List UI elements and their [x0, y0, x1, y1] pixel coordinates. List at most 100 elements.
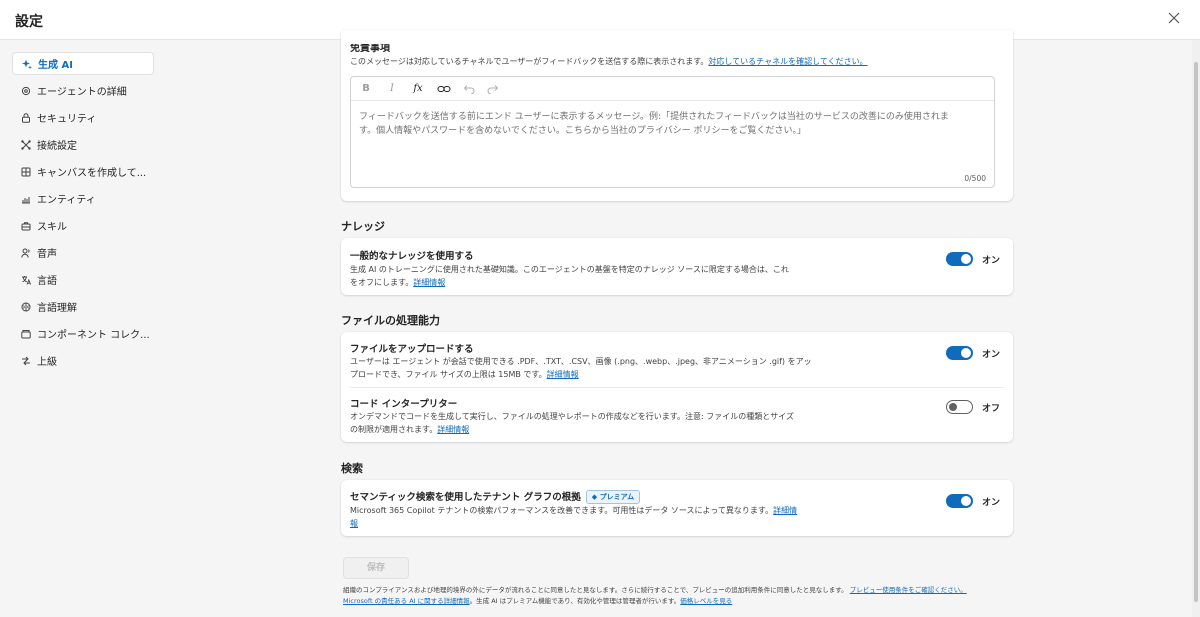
- character-counter: 0/500: [964, 174, 986, 183]
- file-processing-section-title: ファイルの処理能力: [341, 314, 440, 327]
- person-voice-icon: [21, 248, 30, 258]
- sidebar-item-language[interactable]: 言語: [12, 266, 154, 293]
- library-icon: [21, 329, 31, 338]
- sidebar-item-advanced[interactable]: 上級: [12, 347, 154, 374]
- undo-icon[interactable]: [463, 84, 475, 94]
- sidebar-item-label: 言語: [37, 276, 57, 287]
- connection-icon: [21, 139, 31, 150]
- premium-badge: ◆ プレミアム: [585, 490, 641, 504]
- preview-terms-footer: 組織のコンプライアンスおよび地理的境界の外にデータが流れることに同意したと見なし…: [343, 585, 1003, 607]
- settings-sidebar: 生成 AI エージェントの詳細 セキュリティ 接続設定 キャンバスを作成して..…: [12, 52, 154, 374]
- feedback-message-editor[interactable]: B I fx フィードバックを送信する前にエンド ユーザーに表示するメッセージ。…: [350, 76, 995, 188]
- code-interpreter-desc-line1: オンデマンドでコードを生成して実行し、ファイルの処理やレポートの作成などを行いま…: [350, 412, 794, 421]
- italic-icon[interactable]: I: [385, 83, 399, 94]
- sidebar-item-label: 言語理解: [37, 303, 77, 314]
- sidebar-item-label: キャンバスを作成して...: [37, 168, 147, 179]
- sidebar-item-entities[interactable]: エンティティ: [12, 185, 154, 212]
- sidebar-item-skills[interactable]: スキル: [12, 212, 154, 239]
- formula-icon[interactable]: fx: [411, 83, 425, 94]
- sidebar-item-label: 接続設定: [37, 141, 77, 152]
- feedback-heading: 免責事項: [350, 43, 390, 54]
- sidebar-item-label: スキル: [37, 222, 67, 233]
- brain-icon: [21, 302, 31, 311]
- pricing-tiers-link[interactable]: 価格レベルを見る: [680, 597, 732, 605]
- sidebar-item-language-understanding[interactable]: 言語理解: [12, 293, 154, 320]
- tenant-graph-grounding-title-text: セマンティック検索を使用したテナント グラフの根拠: [350, 492, 581, 503]
- code-interpreter-toggle-label: オフ: [982, 404, 1001, 414]
- redo-icon[interactable]: [487, 84, 499, 94]
- placeholder-line-2: す。個人情報やパスワードを含めないでください。こちらから当社のプライバシー ポリ…: [359, 126, 807, 136]
- placeholder-line-1: フィードバックを送信する前にエンド ユーザーに表示するメッセージ。例:「提供され…: [359, 112, 949, 122]
- tenant-graph-grounding-toggle[interactable]: [946, 494, 973, 508]
- link-icon[interactable]: [437, 84, 451, 94]
- code-interpreter-toggle[interactable]: [946, 400, 973, 414]
- search-card: セマンティック検索を使用したテナント グラフの根拠 ◆ プレミアム Microso…: [341, 480, 1013, 536]
- code-interpreter-learn-more-link[interactable]: 詳細情報: [437, 425, 469, 434]
- sidebar-item-label: コンポーネント コレク...: [37, 330, 150, 341]
- supported-channels-link[interactable]: 対応しているチャネルを確認してください。: [708, 57, 867, 66]
- general-knowledge-title: 一般的なナレッジを使用する: [350, 251, 474, 262]
- feedback-placeholder: フィードバックを送信する前にエンド ユーザーに表示するメッセージ。例:「提供され…: [359, 110, 989, 138]
- footer-line2-text: 。生成 AI はプレミアム機能であり、有効化や管理は管理者が行います。: [469, 597, 681, 605]
- feedback-disclaimer-card: 免責事項 このメッセージは対応しているチャネルでユーザーがフィードバックを送信す…: [341, 30, 1013, 201]
- tenant-graph-learn-more-link-part2[interactable]: 報: [350, 519, 358, 528]
- file-upload-toggle-label: オン: [982, 350, 1001, 360]
- knowledge-section-title: ナレッジ: [341, 220, 385, 233]
- footer-line1-text: 組織のコンプライアンスおよび地理的境界の外にデータが流れることに同意したと見なし…: [343, 586, 848, 594]
- file-upload-toggle[interactable]: [946, 346, 973, 360]
- sidebar-item-label: 音声: [37, 249, 57, 260]
- file-upload-desc-line2: プロードでき、ファイル サイズの上限は 15MB です。: [350, 369, 547, 379]
- file-upload-description: ユーザーは エージェント が会話で使用できる .PDF、.TXT、.CSV、画像…: [350, 356, 820, 381]
- file-upload-learn-more-link[interactable]: 詳細情報: [547, 370, 579, 379]
- general-knowledge-desc-line1: 生成 AI のトレーニングに使用された基礎知識。このエージェントの基盤を特定のナ…: [350, 265, 789, 274]
- entity-icon: [22, 196, 30, 203]
- general-knowledge-desc-line2: をオフにします。: [350, 277, 414, 287]
- sidebar-item-label: セキュリティ: [37, 114, 97, 125]
- search-section-title: 検索: [341, 462, 363, 475]
- code-interpreter-title: コード インタープリター: [350, 399, 458, 410]
- sidebar-item-component-collections[interactable]: コンポーネント コレク...: [12, 320, 154, 347]
- tenant-graph-desc-line1: Microsoft 365 Copilot テナントの検索パフォーマンスを改善で…: [350, 506, 774, 515]
- feedback-description-text: このメッセージは対応しているチャネルでユーザーがフィードバックを送信する際に表示…: [350, 57, 709, 66]
- advanced-icon: [22, 356, 30, 365]
- editor-toolbar: B I fx: [351, 77, 994, 101]
- general-knowledge-learn-more-link[interactable]: 詳細情報: [413, 278, 445, 287]
- toolbox-icon: [21, 221, 31, 230]
- language-icon: [22, 275, 31, 285]
- preview-terms-link[interactable]: プレビュー使用条件をご確認ください。: [850, 586, 967, 594]
- sidebar-item-connection-settings[interactable]: 接続設定: [12, 131, 154, 158]
- file-upload-desc-line1: ユーザーは エージェント が会話で使用できる .PDF、.TXT、.CSV、画像…: [350, 357, 812, 366]
- sparkle-icon: [22, 59, 32, 69]
- file-processing-card: ファイルをアップロードする ユーザーは エージェント が会話で使用できる .PD…: [341, 332, 1013, 442]
- sidebar-item-generative-ai[interactable]: 生成 AI: [12, 52, 154, 75]
- sidebar-item-label: エージェントの詳細: [37, 87, 127, 98]
- general-knowledge-toggle-label: オン: [982, 256, 1001, 266]
- page-title: 設定: [15, 14, 43, 30]
- responsible-ai-link[interactable]: Microsoft の責任ある AI に関する詳細情報: [343, 597, 470, 605]
- sidebar-item-label: エンティティ: [37, 195, 96, 206]
- code-interpreter-desc-line2: の制限が適用されます。: [350, 424, 438, 434]
- sidebar-item-voice[interactable]: 音声: [12, 239, 154, 266]
- sidebar-item-label: 生成 AI: [38, 60, 73, 71]
- sidebar-item-label: 上級: [37, 357, 57, 368]
- general-knowledge-description: 生成 AI のトレーニングに使用された基礎知識。このエージェントの基盤を特定のナ…: [350, 264, 810, 289]
- lock-icon: [22, 112, 30, 123]
- close-icon[interactable]: [1166, 10, 1182, 26]
- tenant-graph-grounding-title: セマンティック検索を使用したテナント グラフの根拠 ◆ プレミアム: [350, 489, 641, 504]
- tenant-graph-grounding-description: Microsoft 365 Copilot テナントの検索パフォーマンスを改善で…: [350, 505, 810, 530]
- premium-badge-label: プレミアム: [599, 493, 635, 501]
- code-interpreter-description: オンデマンドでコードを生成して実行し、ファイルの処理やレポートの作成などを行いま…: [350, 411, 820, 436]
- tenant-graph-grounding-toggle-label: オン: [982, 498, 1001, 508]
- tenant-graph-learn-more-link-part1[interactable]: 詳細情: [773, 506, 797, 515]
- feedback-description: このメッセージは対応しているチャネルでユーザーがフィードバックを送信する際に表示…: [350, 56, 868, 69]
- general-knowledge-toggle[interactable]: [946, 252, 973, 266]
- sidebar-item-security[interactable]: セキュリティ: [12, 104, 154, 131]
- bold-icon[interactable]: B: [359, 83, 373, 94]
- gear-icon: [21, 86, 31, 95]
- sidebar-item-agent-details[interactable]: エージェントの詳細: [12, 77, 154, 104]
- sidebar-item-create-canvas[interactable]: キャンバスを作成して...: [12, 158, 154, 185]
- knowledge-card: 一般的なナレッジを使用する 生成 AI のトレーニングに使用された基礎知識。この…: [341, 238, 1013, 295]
- save-button[interactable]: 保存: [343, 557, 409, 579]
- scrollbar-thumb[interactable]: [1194, 62, 1198, 602]
- file-upload-title: ファイルをアップロードする: [350, 344, 474, 355]
